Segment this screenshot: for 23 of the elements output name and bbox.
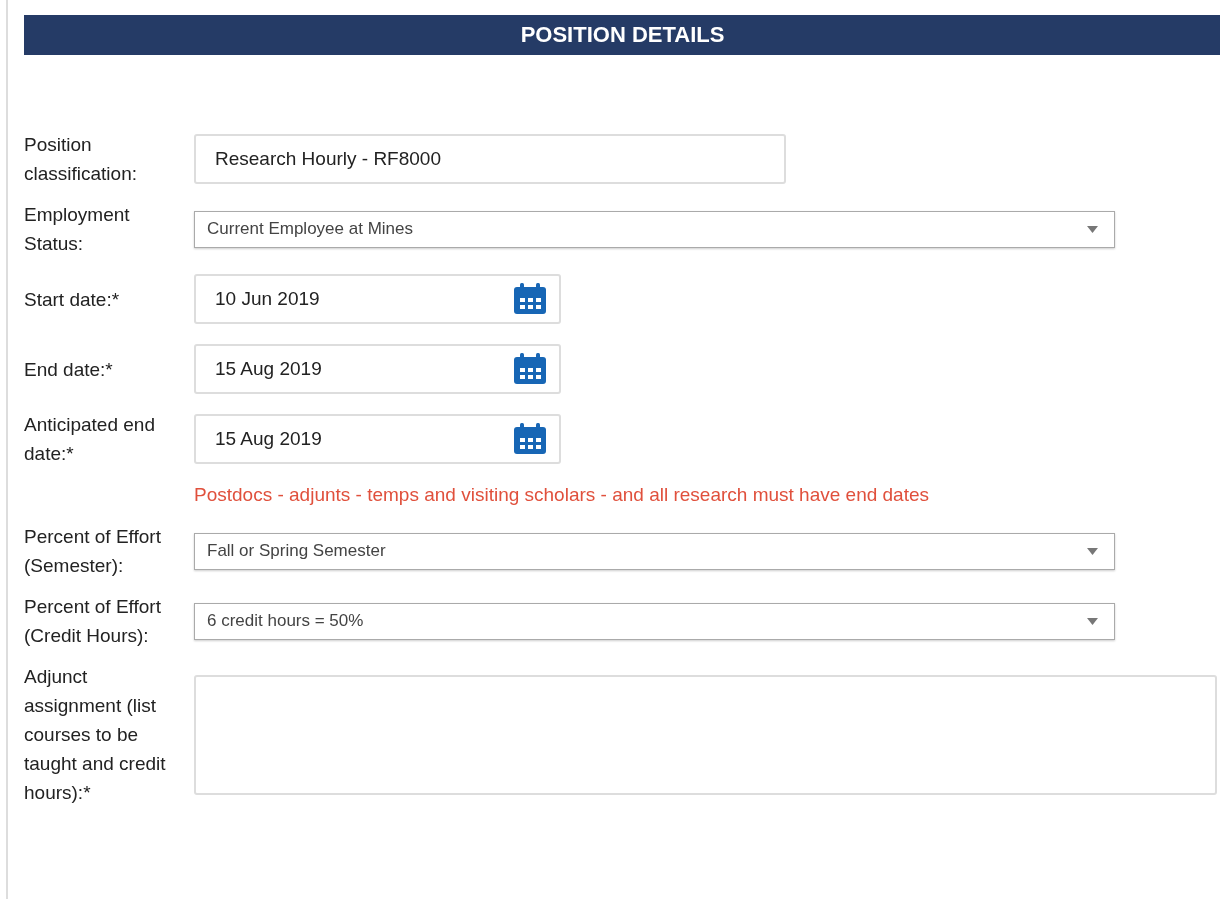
section-header: POSITION DETAILS	[24, 15, 1220, 55]
dropdown[interactable]: Current Employee at Mines	[194, 210, 1115, 248]
field-label: Anticipated end date:*	[24, 413, 156, 466]
field-label: End date:*	[24, 357, 114, 382]
caret-icon	[1087, 617, 1098, 625]
calendar-icon[interactable]	[513, 353, 547, 385]
field-label: Percent of Effort (Semester):	[24, 525, 162, 578]
dropdown[interactable]: Fall or Spring Semester	[194, 532, 1115, 570]
date-field[interactable]: 15 Aug 2019	[194, 414, 561, 464]
text-field[interactable]: Research Hourly - RF8000	[194, 134, 786, 184]
field-label: Employment Status:	[24, 203, 131, 256]
caret-icon	[1087, 225, 1098, 233]
dropdown[interactable]: 6 credit hours = 50%	[194, 602, 1115, 640]
caret-icon	[1087, 547, 1098, 555]
field-label: Adjunct assignment (list courses to be taught and credit hours):*	[24, 665, 167, 805]
calendar-icon[interactable]	[513, 283, 547, 315]
calendar-icon[interactable]	[513, 423, 547, 455]
field-label: Position classification:	[24, 133, 138, 186]
field-label: Percent of Effort (Credit Hours):	[24, 595, 162, 648]
warning-text: Postdocs - adjunts - temps and visiting scholars - and all research must have end dates	[194, 484, 930, 506]
date-field[interactable]: 15 Aug 2019	[194, 344, 561, 394]
date-field[interactable]: 10 Jun 2019	[194, 274, 561, 324]
field-label: Start date:*	[24, 287, 121, 312]
